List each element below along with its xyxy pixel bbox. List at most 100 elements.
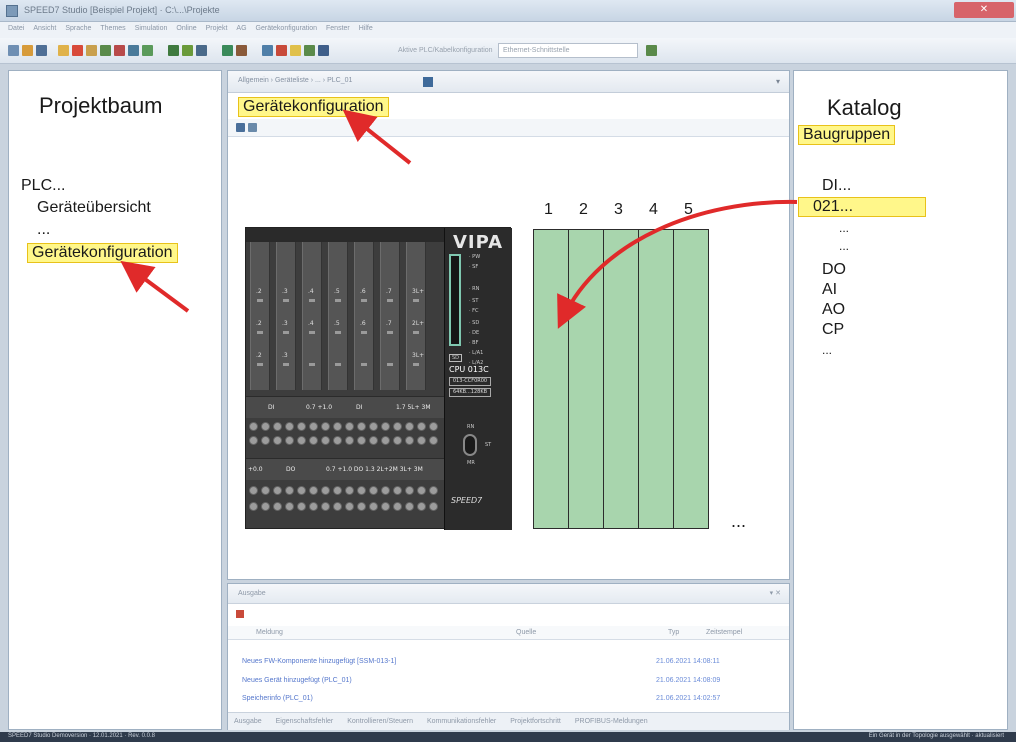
terminal-screw <box>369 502 378 511</box>
menu-themes[interactable]: Themes <box>100 25 125 32</box>
tab-monitor-control[interactable]: Kontrollieren/Steuern <box>347 718 413 725</box>
terminal-screw <box>261 486 270 495</box>
plc-device-rack[interactable]: .2 .2 .2 .3 .3 .3 .4 .4 .5 .5 .6 .6 .7 .7 3L+ 2L+ 3L+ DI… <box>245 227 512 530</box>
close-window-button[interactable]: ✕ <box>954 2 1014 18</box>
column-timestamp[interactable]: Zeitstempel <box>706 629 742 636</box>
channel-led <box>309 363 315 366</box>
menu-ag[interactable]: AG <box>236 25 246 32</box>
grid-icon[interactable] <box>236 123 245 132</box>
module-channel-label: .6 <box>360 288 366 295</box>
menu-online[interactable]: Online <box>176 25 196 32</box>
catalog-item-cp[interactable]: CP <box>822 321 844 339</box>
copy-icon[interactable] <box>86 45 97 56</box>
list-icon[interactable] <box>248 123 257 132</box>
menu-datei[interactable]: Datei <box>8 25 24 32</box>
main-toolbar: Aktive PLC/Kabelkonfiguration Ethernet-S… <box>0 38 1016 64</box>
tree-item-plc[interactable]: PLC... <box>21 177 65 195</box>
module-slot-5[interactable] <box>673 229 709 529</box>
module-slot-1[interactable] <box>533 229 569 529</box>
column-source[interactable]: Quelle <box>516 629 536 636</box>
connect-icon[interactable] <box>646 45 657 56</box>
tab-menu-chevron-icon[interactable]: ▾ <box>776 77 780 86</box>
io-label-di-1: DI <box>268 404 275 411</box>
terminal-screw <box>417 422 426 431</box>
open-project-icon[interactable] <box>22 45 33 56</box>
clear-output-icon[interactable] <box>236 610 244 618</box>
module-slot-4[interactable] <box>638 229 674 529</box>
simulate-icon[interactable] <box>304 45 315 56</box>
module-channel-label: .2 <box>256 352 262 359</box>
tab-profibus-messages[interactable]: PROFIBUS-Meldungen <box>575 718 648 725</box>
tab-project-progress[interactable]: Projektfortschritt <box>510 718 561 725</box>
catalog-modules-category[interactable]: Baugruppen <box>798 125 896 145</box>
menu-hilfe[interactable]: Hilfe <box>359 25 373 32</box>
cpu-module[interactable]: VIPA · PW · SF · RN · ST · FC · SD · DE · BF · L… <box>444 228 512 530</box>
paste-icon[interactable] <box>100 45 111 56</box>
tree-item-device-overview[interactable]: Geräteübersicht <box>37 199 151 217</box>
new-project-icon[interactable] <box>8 45 19 56</box>
monitor-icon[interactable] <box>262 45 273 56</box>
io-module-channel: .3 .3 .3 <box>276 242 296 390</box>
menu-fenster[interactable]: Fenster <box>326 25 350 32</box>
terminal-screw <box>417 436 426 445</box>
catalog-panel: Katalog Baugruppen DI... 021... ... ... … <box>793 70 1008 730</box>
output-row[interactable]: Speicherinfo (PLC_01) 21.06.2021 14:02:5… <box>228 691 789 707</box>
output-row[interactable]: Neues FW-Komponente hinzugefügt [SSM-013… <box>228 654 789 670</box>
cpu-status-led: · BF <box>469 340 479 346</box>
catalog-item-021[interactable]: 021... <box>798 197 926 217</box>
terminal-screw <box>333 422 342 431</box>
online-icon[interactable] <box>222 45 233 56</box>
channel-led <box>361 331 367 334</box>
cut-icon[interactable] <box>72 45 83 56</box>
cpu-status-led: · RN <box>469 286 480 292</box>
menu-simulation[interactable]: Simulation <box>135 25 168 32</box>
catalog-ellipsis-2: ... <box>839 239 850 253</box>
output-row[interactable]: Neues Gerät hinzugefügt (PLC_01) 21.06.2… <box>228 673 789 689</box>
menu-geraetekonfiguration[interactable]: Gerätekonfiguration <box>256 25 317 32</box>
menu-sprache[interactable]: Sprache <box>65 25 91 32</box>
io-module-channel: .5 .5 <box>328 242 348 390</box>
column-type[interactable]: Typ <box>668 629 679 636</box>
interface-select[interactable]: Ethernet-Schnittstelle <box>498 43 638 58</box>
module-slot-3[interactable] <box>603 229 639 529</box>
channel-led <box>387 363 393 366</box>
tab-property-errors[interactable]: Eigenschaftsfehler <box>276 718 334 725</box>
module-channel-label: .3 <box>282 320 288 327</box>
tab-communication-errors[interactable]: Kommunikationsfehler <box>427 718 496 725</box>
stop-icon[interactable] <box>276 45 287 56</box>
terminal-screw <box>357 502 366 511</box>
menu-ansicht[interactable]: Ansicht <box>33 25 56 32</box>
catalog-item-di[interactable]: DI... <box>822 177 851 195</box>
offline-icon[interactable] <box>236 45 247 56</box>
terminal-screw <box>345 502 354 511</box>
run-icon[interactable] <box>290 45 301 56</box>
tree-item-device-configuration[interactable]: Gerätekonfiguration <box>27 243 178 263</box>
catalog-item-ao[interactable]: AO <box>822 301 845 319</box>
upload-icon[interactable] <box>196 45 207 56</box>
folder-icon[interactable] <box>58 45 69 56</box>
delete-icon[interactable] <box>114 45 125 56</box>
status-left-text: SPEED7 Studio Demoversion · 12.01.2021 ·… <box>8 733 155 739</box>
menu-projekt[interactable]: Projekt <box>206 25 228 32</box>
column-message[interactable]: Meldung <box>256 629 283 636</box>
tab-output[interactable]: Ausgabe <box>234 718 262 725</box>
module-slot-2[interactable] <box>568 229 604 529</box>
redo-icon[interactable] <box>142 45 153 56</box>
undo-icon[interactable] <box>128 45 139 56</box>
catalog-item-do[interactable]: DO <box>822 261 846 279</box>
terminal-screw <box>357 422 366 431</box>
download-icon[interactable] <box>182 45 193 56</box>
io-module-channel: .4 .4 <box>302 242 322 390</box>
menu-bar: Datei Ansicht Sprache Themes Simulation … <box>0 22 1016 38</box>
compile-icon[interactable] <box>168 45 179 56</box>
run-stop-switch[interactable] <box>463 434 477 456</box>
save-project-icon[interactable] <box>36 45 47 56</box>
speed7-logo: SPEED7 <box>451 496 483 505</box>
settings-icon[interactable] <box>318 45 329 56</box>
catalog-item-ai[interactable]: AI <box>822 281 837 299</box>
terminal-screw <box>309 436 318 445</box>
output-pin-icon[interactable]: ▾ ✕ <box>770 589 781 597</box>
editor-breadcrumb[interactable]: Allgemein › Geräteliste › ... › PLC_01 <box>238 77 352 84</box>
terminal-screws-row-3 <box>249 486 438 495</box>
project-tree-heading: Projektbaum <box>39 93 163 118</box>
